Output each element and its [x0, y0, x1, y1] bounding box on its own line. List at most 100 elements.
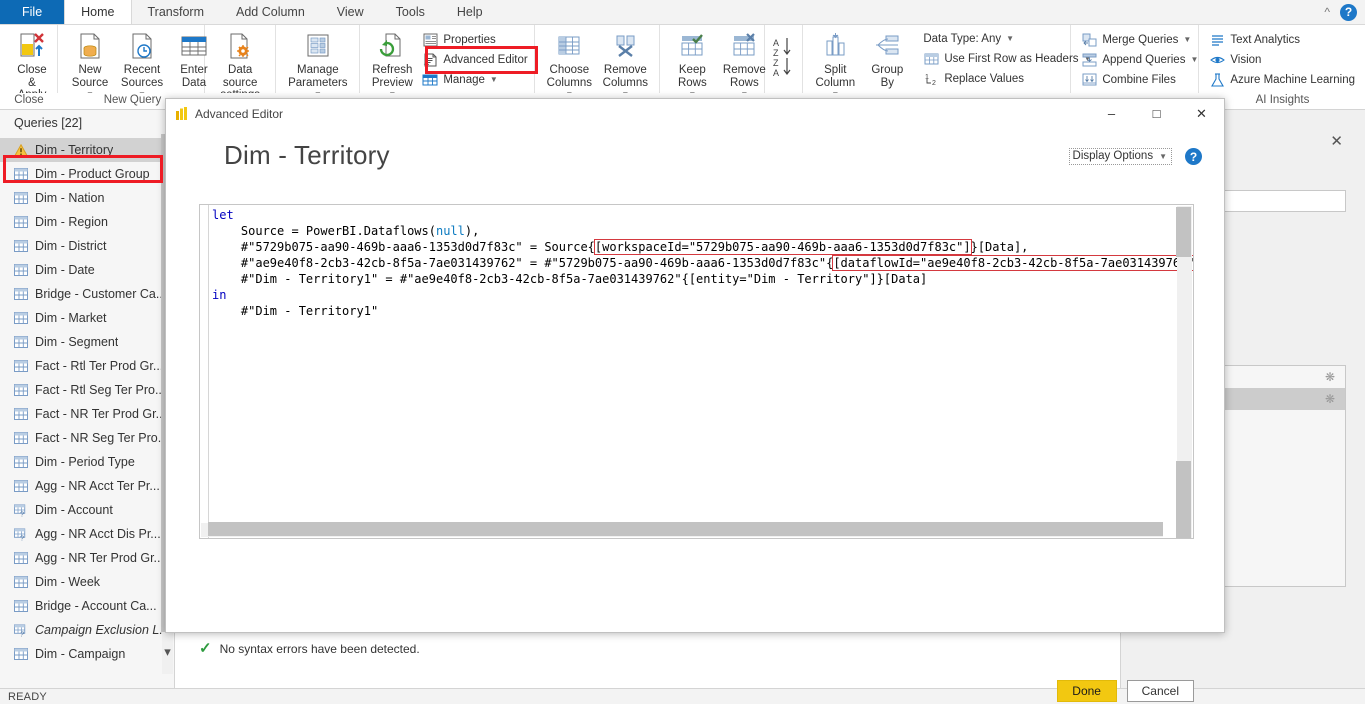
m-code-editor[interactable]: let Source = PowerBI.Dataflows(null), #"…	[199, 204, 1194, 539]
ribbon-group-new-query: New Source ▼ Recent Sources ▼	[58, 25, 205, 93]
queries-scroll-down-icon[interactable]: ▾	[161, 642, 174, 662]
query-list-item-label: Dim - Nation	[35, 191, 104, 205]
query-list-item[interactable]: Dim - Period Type	[0, 450, 174, 474]
table-icon	[14, 552, 28, 565]
close-apply-icon	[17, 30, 47, 62]
merge-queries-label: Merge Queries	[1102, 33, 1178, 47]
status-text: READY	[8, 691, 47, 703]
query-list-item[interactable]: Fact - Rtl Seg Ter Pro...	[0, 378, 174, 402]
tab-home[interactable]: Home	[64, 0, 131, 24]
append-queries-button[interactable]: Append Queries ▼	[1077, 51, 1202, 68]
dialog-title-text: Advanced Editor	[195, 107, 283, 121]
display-options-dropdown[interactable]: Display Options ▼	[1069, 148, 1172, 165]
query-list-item-label: Fact - NR Ter Prod Gr...	[35, 407, 166, 421]
query-list-item[interactable]: ?Dim - Account	[0, 498, 174, 522]
query-list-item[interactable]: Dim - Market	[0, 306, 174, 330]
vision-button[interactable]: Vision	[1205, 51, 1359, 68]
chevron-down-icon[interactable]: ▼	[490, 73, 498, 87]
m-code-text[interactable]: let Source = PowerBI.Dataflows(null), #"…	[212, 207, 1194, 319]
table-query-icon: ?	[14, 504, 28, 517]
chevron-down-icon[interactable]: ▼	[1006, 32, 1014, 46]
properties-label: Properties	[443, 33, 495, 47]
text-analytics-button[interactable]: Text Analytics	[1205, 31, 1359, 48]
table-icon	[14, 648, 28, 661]
svg-text:2: 2	[932, 80, 936, 86]
refresh-preview-icon	[377, 30, 407, 62]
query-list-item[interactable]: Bridge - Account Ca...	[0, 594, 174, 618]
dialog-titlebar[interactable]: Advanced Editor – □ ✕	[166, 99, 1224, 128]
manage-button[interactable]: Manage ▼	[418, 71, 531, 88]
maximize-icon[interactable]: □	[1134, 99, 1179, 128]
tab-view[interactable]: View	[321, 0, 380, 24]
query-list-item[interactable]: Agg - NR Ter Prod Gr...	[0, 546, 174, 570]
advanced-editor-button[interactable]: Advanced Editor	[418, 51, 531, 68]
combine-files-icon	[1081, 72, 1097, 87]
append-queries-icon	[1081, 52, 1097, 67]
properties-button[interactable]: Properties	[418, 31, 531, 48]
combine-files-button[interactable]: Combine Files	[1077, 71, 1202, 88]
replace-values-button[interactable]: 1 2 Replace Values	[919, 70, 1095, 87]
code-horizontal-scrollbar-track[interactable]	[201, 523, 1163, 537]
query-list-item-label: Dim - Segment	[35, 335, 118, 349]
query-list-item[interactable]: Dim - Territory	[0, 138, 174, 162]
use-first-row-as-headers-button[interactable]: Use First Row as Headers ▼	[919, 50, 1095, 67]
minimize-icon[interactable]: –	[1089, 99, 1134, 128]
table-icon	[14, 456, 28, 469]
tab-file[interactable]: File	[0, 0, 64, 24]
query-settings-close-icon[interactable]: ✕	[1330, 132, 1343, 150]
svg-text:?: ?	[20, 509, 24, 516]
gear-icon[interactable]: ❋	[1325, 392, 1335, 406]
ribbon-body: Close & Apply ▼ New Source ▼	[0, 25, 1365, 93]
chevron-down-icon[interactable]: ▼	[1159, 152, 1167, 161]
cancel-button[interactable]: Cancel	[1127, 680, 1194, 702]
query-list-item[interactable]: Fact - Rtl Ter Prod Gr...	[0, 354, 174, 378]
data-type-button[interactable]: Data Type: Any ▼	[919, 31, 1095, 47]
tab-tools[interactable]: Tools	[380, 0, 441, 24]
azure-machine-learning-button[interactable]: Azure Machine Learning	[1205, 71, 1359, 88]
query-list-item[interactable]: Dim - District	[0, 234, 174, 258]
query-list-item[interactable]: Dim - Week	[0, 570, 174, 594]
gear-icon[interactable]: ❋	[1325, 370, 1335, 384]
close-icon[interactable]: ✕	[1179, 99, 1224, 128]
recent-sources-label: Recent Sources	[121, 64, 163, 89]
query-list-item-label: Dim - Product Group	[35, 167, 150, 181]
chevron-down-icon[interactable]: ▼	[1190, 53, 1198, 67]
table-icon	[14, 408, 28, 421]
sort-ascending-descending-icon: A Z Z A	[772, 35, 798, 81]
code-horizontal-scrollbar-thumb[interactable]	[208, 522, 1163, 536]
query-list-item[interactable]: Dim - Campaign	[0, 642, 174, 666]
query-list-item[interactable]: ?Agg - NR Acct Dis Pr...	[0, 522, 174, 546]
code-vertical-scrollbar-thumb[interactable]	[1176, 461, 1191, 539]
use-first-row-as-headers-label: Use First Row as Headers	[944, 52, 1078, 66]
query-list-item[interactable]: Dim - Product Group	[0, 162, 174, 186]
help-circle-icon[interactable]: ?	[1340, 4, 1357, 21]
dialog-window-buttons: – □ ✕	[1089, 99, 1224, 128]
tab-add-column[interactable]: Add Column	[220, 0, 321, 24]
help-circle-icon[interactable]: ?	[1185, 148, 1202, 165]
query-list-item[interactable]: Dim - Region	[0, 210, 174, 234]
query-list-item[interactable]: Dim - Nation	[0, 186, 174, 210]
query-list-item[interactable]: ?Campaign Exclusion L...	[0, 618, 174, 642]
chevron-down-icon[interactable]: ▼	[1183, 33, 1191, 47]
query-list-item[interactable]: Dim - Date	[0, 258, 174, 282]
query-list-item[interactable]: Bridge - Customer Ca...	[0, 282, 174, 306]
done-button[interactable]: Done	[1057, 680, 1117, 702]
query-list-item[interactable]: Fact - NR Seg Ter Pro...	[0, 426, 174, 450]
query-list-item[interactable]: Agg - NR Acct Ter Pr...	[0, 474, 174, 498]
query-list-item[interactable]: Fact - NR Ter Prod Gr...	[0, 402, 174, 426]
ribbon-group-sort: A Z Z A	[765, 25, 803, 93]
table-icon	[14, 576, 28, 589]
tab-transform[interactable]: Transform	[132, 0, 221, 24]
table-icon	[14, 192, 28, 205]
chevron-up-icon[interactable]: ^	[1324, 5, 1330, 19]
power-bi-logo-icon	[176, 107, 188, 120]
code-vertical-scrollbar-track[interactable]	[1177, 206, 1192, 539]
query-list-item-label: Dim - Market	[35, 311, 107, 325]
merge-queries-button[interactable]: Merge Queries ▼	[1077, 31, 1202, 48]
eye-icon	[1209, 52, 1225, 67]
code-vertical-scrollbar-thumb-top[interactable]	[1176, 207, 1191, 257]
group-by-button[interactable]: Group By	[861, 28, 913, 91]
query-list-item[interactable]: Dim - Segment	[0, 330, 174, 354]
sort-buttons[interactable]: A Z Z A	[771, 28, 799, 85]
tab-help[interactable]: Help	[441, 0, 499, 24]
